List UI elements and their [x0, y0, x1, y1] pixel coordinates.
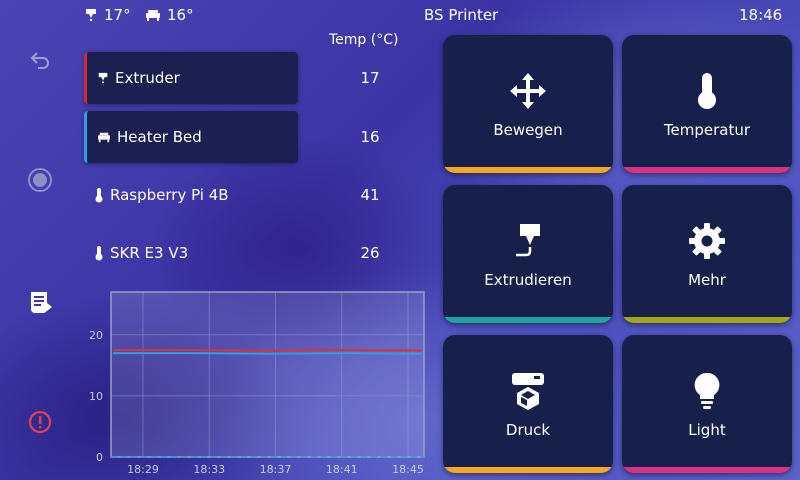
thermometer-icon	[95, 188, 103, 203]
device-value: 16	[360, 128, 380, 146]
device-value: 26	[360, 244, 380, 262]
move-icon	[443, 71, 613, 111]
extruder-icon	[86, 9, 96, 21]
card-label: Temperatur	[663, 121, 751, 139]
device-name: Raspberry Pi 4B	[94, 186, 229, 204]
device-label: Heater Bed	[117, 128, 202, 146]
chart-series-line	[113, 349, 423, 352]
bed-status: 16°	[145, 6, 194, 24]
temp-column-header: Temp (°C)	[329, 32, 399, 48]
alert-icon	[28, 410, 52, 434]
print-button[interactable]: Druck	[443, 335, 613, 473]
card-label: Druck	[505, 421, 551, 439]
light-button[interactable]: Light	[622, 335, 792, 473]
lightbulb-icon	[622, 371, 792, 411]
chart-x-tick-label: 18:37	[260, 463, 292, 476]
device-row-heater-bed[interactable]: Heater Bed	[84, 111, 298, 163]
chart-x-tick-label: 18:29	[127, 463, 159, 476]
device-row-skr-e3[interactable]: SKR E3 V3	[84, 227, 295, 279]
macro-list-icon	[31, 292, 52, 313]
extruder-status: 17°	[84, 6, 131, 24]
device-label: Extruder	[115, 69, 180, 87]
clock: 18:46	[739, 6, 783, 24]
device-label: SKR E3 V3	[110, 244, 189, 262]
extrude-icon	[443, 221, 613, 261]
device-row-raspberry-pi[interactable]: Raspberry Pi 4B	[84, 169, 295, 221]
chart-x-tick-label: 18:33	[193, 463, 225, 476]
chart-y-tick-label: 10	[89, 390, 103, 403]
device-value: 41	[360, 186, 380, 204]
chart-y-tick-label: 20	[89, 329, 103, 342]
chart-x-tick-label: 18:45	[392, 463, 424, 476]
record-icon	[28, 168, 52, 192]
card-label: Light	[688, 421, 726, 439]
move-button[interactable]: Bewegen	[443, 35, 613, 173]
card-accent	[443, 317, 613, 323]
device-name: Heater Bed	[97, 128, 202, 146]
back-arrow-icon	[30, 52, 49, 69]
card-accent	[443, 467, 613, 473]
alert-button[interactable]	[24, 406, 56, 438]
extruder-icon	[98, 72, 108, 84]
temperature-chart: 0 10 20 18:29 18:33 18:37 18:41 18:45	[89, 291, 425, 476]
thermometer-icon	[95, 246, 103, 261]
print-icon	[443, 371, 613, 411]
card-accent	[622, 167, 792, 173]
card-accent	[443, 167, 613, 173]
chart-y-tick-label: 0	[96, 451, 103, 464]
card-label: Mehr	[688, 271, 726, 289]
device-row-extruder[interactable]: Extruder	[84, 52, 298, 104]
more-button[interactable]: Mehr	[622, 185, 792, 323]
chart-x-tick-label: 18:41	[326, 463, 358, 476]
device-value: 17	[360, 69, 380, 87]
extrude-button[interactable]: Extrudieren	[443, 185, 613, 323]
card-label: Extrudieren	[484, 271, 572, 289]
device-label: Raspberry Pi 4B	[110, 186, 229, 204]
bed-icon	[146, 10, 160, 21]
bed-icon	[98, 132, 110, 143]
console-button[interactable]	[24, 286, 56, 318]
device-name: Extruder	[97, 69, 180, 87]
back-button[interactable]	[24, 44, 56, 76]
printer-name: BS Printer	[424, 6, 499, 24]
chart-series-line	[113, 352, 423, 355]
card-accent	[622, 317, 792, 323]
status-bar: 17° 16° BS Printer 18:46	[0, 0, 800, 32]
card-label: Bewegen	[493, 121, 563, 139]
emergency-stop-button[interactable]	[24, 164, 56, 196]
extruder-temp-text: 17°	[104, 6, 131, 24]
device-name: SKR E3 V3	[94, 244, 188, 262]
thermometer-icon	[622, 71, 792, 111]
gear-icon	[622, 221, 792, 261]
chart-plot-area	[110, 291, 425, 458]
temperature-button[interactable]: Temperatur	[622, 35, 792, 173]
card-accent	[622, 467, 792, 473]
bed-temp-text: 16°	[167, 6, 194, 24]
